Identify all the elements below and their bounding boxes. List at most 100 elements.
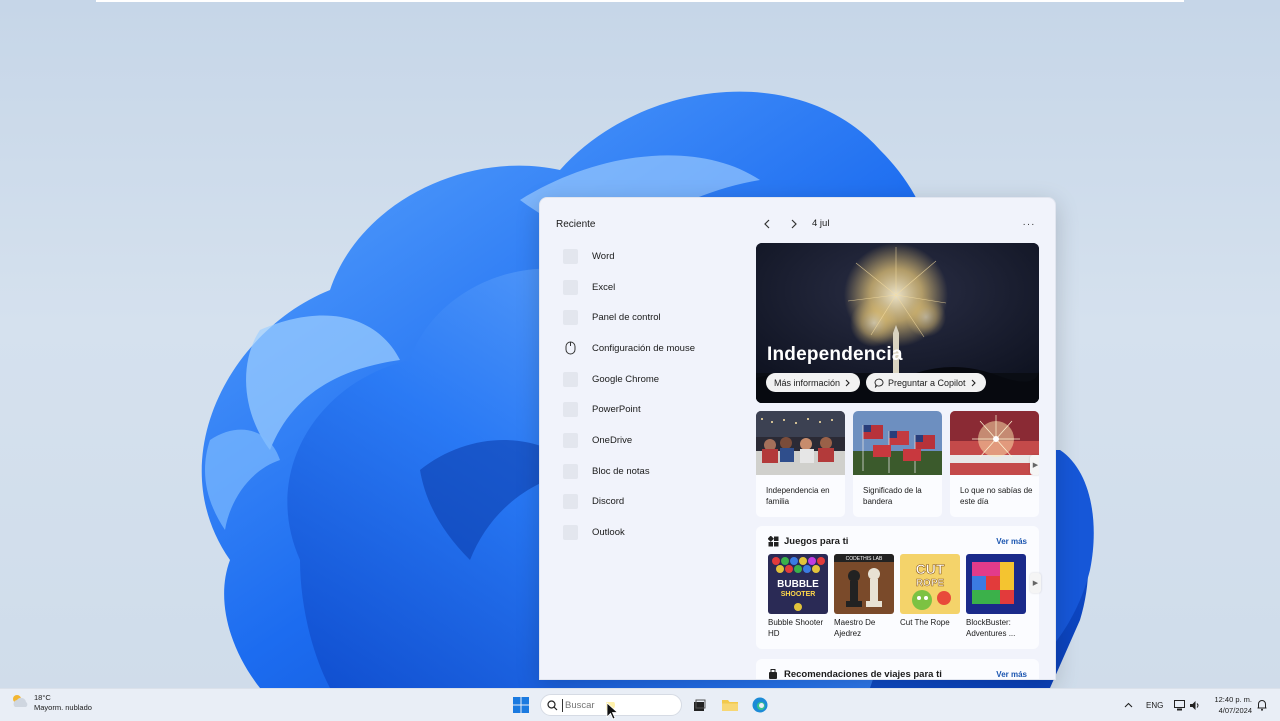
recent-item-word[interactable]: Word	[556, 241, 746, 272]
recent-item-label: Outlook	[592, 527, 625, 539]
games-see-more-link[interactable]: Ver más	[996, 537, 1027, 546]
chevron-right-icon: ▶	[1032, 462, 1039, 469]
cloudy-icon	[13, 695, 28, 707]
games-section: Juegos para ti Ver más BUBBLE SHOOTER Bu…	[756, 526, 1041, 649]
more-info-label: Más información	[774, 377, 841, 388]
discord-icon	[563, 494, 578, 510]
more-info-button[interactable]: Más información	[766, 373, 861, 392]
start-button[interactable]	[511, 695, 531, 715]
recent-item-label: Discord	[592, 496, 625, 508]
travel-see-more-link[interactable]: Ver más	[996, 670, 1027, 679]
show-hidden-icons-button[interactable]	[1120, 695, 1136, 715]
hero-card-independence[interactable]: Independencia Más información Preguntar …	[756, 243, 1039, 403]
chrome-icon	[563, 371, 578, 387]
games-icon	[768, 536, 779, 547]
card-did-you-know[interactable]: Lo que no sabías de este día ▶	[950, 411, 1039, 517]
recent-item-onedrive[interactable]: OneDrive	[556, 425, 746, 456]
language-indicator[interactable]: ENG	[1146, 701, 1163, 710]
ask-copilot-button[interactable]: Preguntar a Copilot	[866, 373, 986, 392]
recent-item-chrome[interactable]: Google Chrome	[556, 364, 746, 395]
blockbuster-logo	[966, 554, 1026, 614]
recent-item-outlook[interactable]: Outlook	[556, 517, 746, 548]
ask-copilot-label: Preguntar a Copilot	[888, 377, 966, 388]
game-cut-the-rope[interactable]: CUT ROPE Cut The Rope	[900, 554, 960, 629]
current-date: 4 jul	[812, 218, 830, 229]
recent-item-powerpoint[interactable]: PowerPoint	[556, 394, 746, 425]
chevron-right-icon	[971, 379, 976, 386]
edge-button[interactable]	[750, 695, 770, 715]
recent-item-label: Panel de control	[592, 312, 661, 324]
clock-time: 12:40 p. m.	[1214, 695, 1252, 704]
svg-text:ROPE: ROPE	[916, 578, 945, 589]
recent-item-label: PowerPoint	[592, 404, 641, 416]
search-icon	[547, 699, 558, 710]
games-scroll-right-button[interactable]: ▶	[1030, 573, 1041, 593]
chess-logo: CODETHIS LAB	[834, 554, 894, 614]
windows-logo-icon	[513, 697, 529, 713]
weather-widget[interactable]: 18°C Mayorm. nublado	[10, 693, 92, 713]
cards-scroll-right-button[interactable]: ▶	[1030, 455, 1039, 475]
flags-image	[853, 411, 942, 475]
game-blockbuster[interactable]: BlockBuster: Adventures ...	[966, 554, 1026, 639]
taskbar-clock[interactable]: 12:40 p. m. 4/07/2024	[1208, 694, 1252, 716]
onedrive-icon	[563, 432, 578, 448]
recent-item-discord[interactable]: Discord	[556, 487, 746, 518]
game-name: Bubble Shooter HD	[768, 618, 824, 638]
chevron-right-icon	[791, 219, 797, 229]
game-bubble-shooter[interactable]: BUBBLE SHOOTER Bubble Shooter HD	[768, 554, 828, 639]
date-nav: 4 jul ···	[756, 214, 1039, 234]
recent-item-notepad[interactable]: Bloc de notas	[556, 456, 746, 487]
recent-item-mouse-settings[interactable]: Configuración de mouse	[556, 333, 746, 364]
search-panel: Reciente Word Excel Panel de control Con…	[539, 197, 1056, 680]
network-button[interactable]	[1172, 695, 1188, 715]
chevron-up-icon	[1124, 702, 1132, 708]
svg-text:CODETHIS LAB: CODETHIS LAB	[846, 556, 883, 562]
mouse-icon	[563, 341, 578, 356]
word-icon	[563, 248, 578, 264]
more-options-button[interactable]: ···	[1019, 214, 1039, 234]
family-party-image	[756, 411, 845, 475]
card-flag-meaning-text: Significado de la bandera	[863, 486, 922, 506]
recent-title: Reciente	[556, 219, 596, 230]
recent-item-label: Word	[592, 250, 615, 262]
recent-list: Word Excel Panel de control Configuració…	[556, 241, 746, 548]
volume-button[interactable]	[1187, 695, 1203, 715]
copilot-chat-icon	[874, 378, 884, 388]
file-explorer-button[interactable]	[720, 695, 740, 715]
recent-item-label: Configuración de mouse	[592, 342, 695, 354]
edge-icon	[752, 697, 768, 713]
notifications-button[interactable]	[1255, 695, 1269, 715]
hero-title: Independencia	[767, 344, 903, 365]
chevron-right-icon	[845, 379, 850, 386]
next-day-button[interactable]	[784, 214, 804, 234]
prev-day-button[interactable]	[757, 214, 777, 234]
card-flag-meaning[interactable]: Significado de la bandera	[853, 411, 942, 517]
game-name: Maestro De Ajedrez	[834, 618, 876, 638]
card-family-text: Independencia en familia	[766, 486, 830, 506]
recent-item-control-panel[interactable]: Panel de control	[556, 302, 746, 333]
travel-header: Recomendaciones de viajes para ti	[768, 669, 942, 680]
excel-icon	[563, 279, 578, 295]
chevron-left-icon	[764, 219, 770, 229]
task-view-icon	[693, 699, 705, 711]
chevron-right-icon: ▶	[1032, 580, 1039, 587]
cut-the-rope-logo: CUT ROPE	[900, 554, 960, 614]
travel-title: Recomendaciones de viajes para ti	[784, 669, 942, 680]
bell-icon	[1257, 700, 1267, 711]
clock-date: 4/07/2024	[1218, 706, 1252, 715]
card-family[interactable]: Independencia en familia	[756, 411, 845, 517]
svg-text:SHOOTER: SHOOTER	[781, 591, 816, 598]
related-cards: Independencia en familia Significado de …	[756, 411, 1039, 517]
travel-section: Recomendaciones de viajes para ti Ver má…	[756, 659, 1039, 680]
sparkler-image	[950, 411, 1039, 475]
bubble-logo-text: BUBBLE	[777, 579, 819, 590]
game-chess-master[interactable]: CODETHIS LAB Maestro De Ajedrez	[834, 554, 894, 639]
recent-item-excel[interactable]: Excel	[556, 272, 746, 303]
mouse-cursor	[606, 702, 619, 720]
card-did-you-know-text: Lo que no sabías de este día	[960, 486, 1033, 506]
svg-text:CUT: CUT	[916, 561, 945, 577]
task-view-button[interactable]	[689, 695, 709, 715]
luggage-icon	[769, 669, 777, 679]
volume-icon	[1190, 700, 1199, 710]
outlook-icon	[563, 525, 578, 541]
